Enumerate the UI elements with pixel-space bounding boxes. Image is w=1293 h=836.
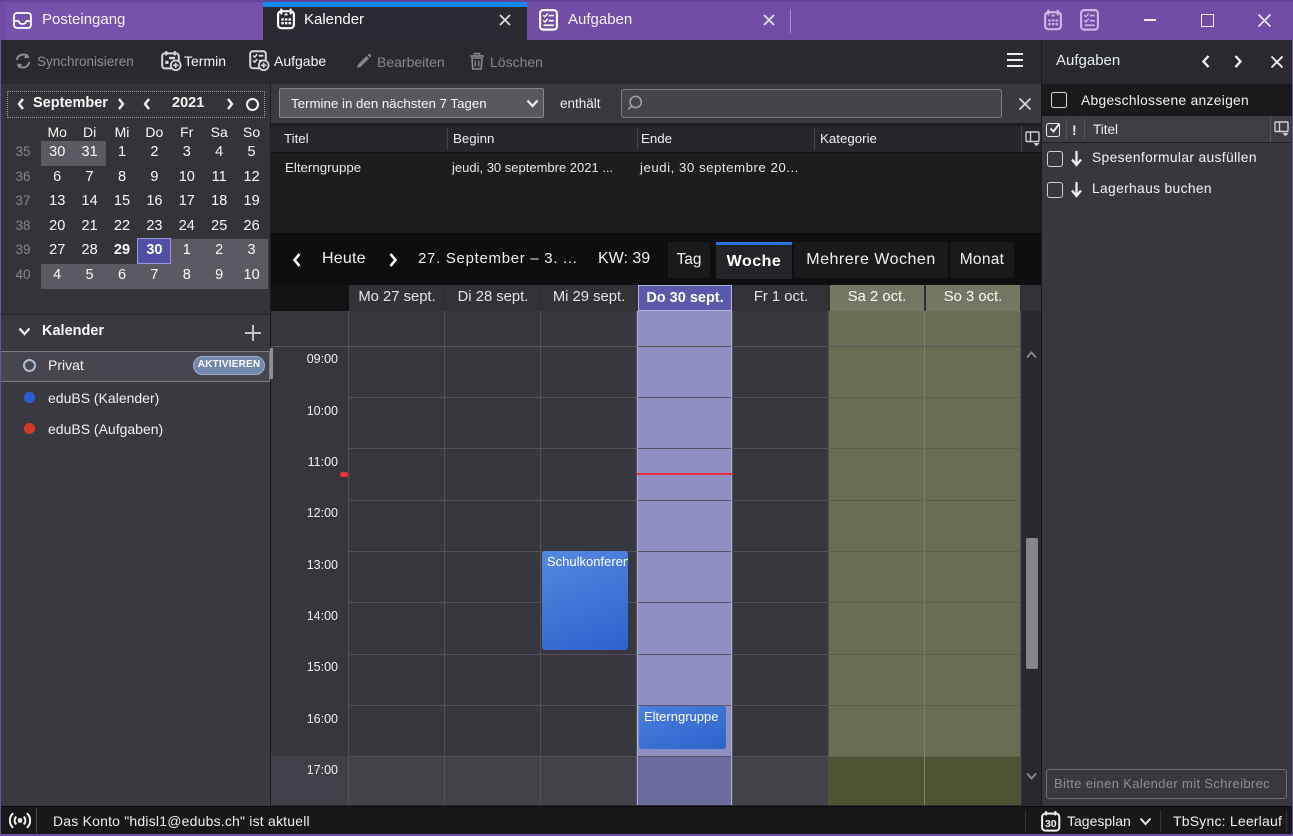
svg-text:30: 30: [1045, 818, 1057, 830]
